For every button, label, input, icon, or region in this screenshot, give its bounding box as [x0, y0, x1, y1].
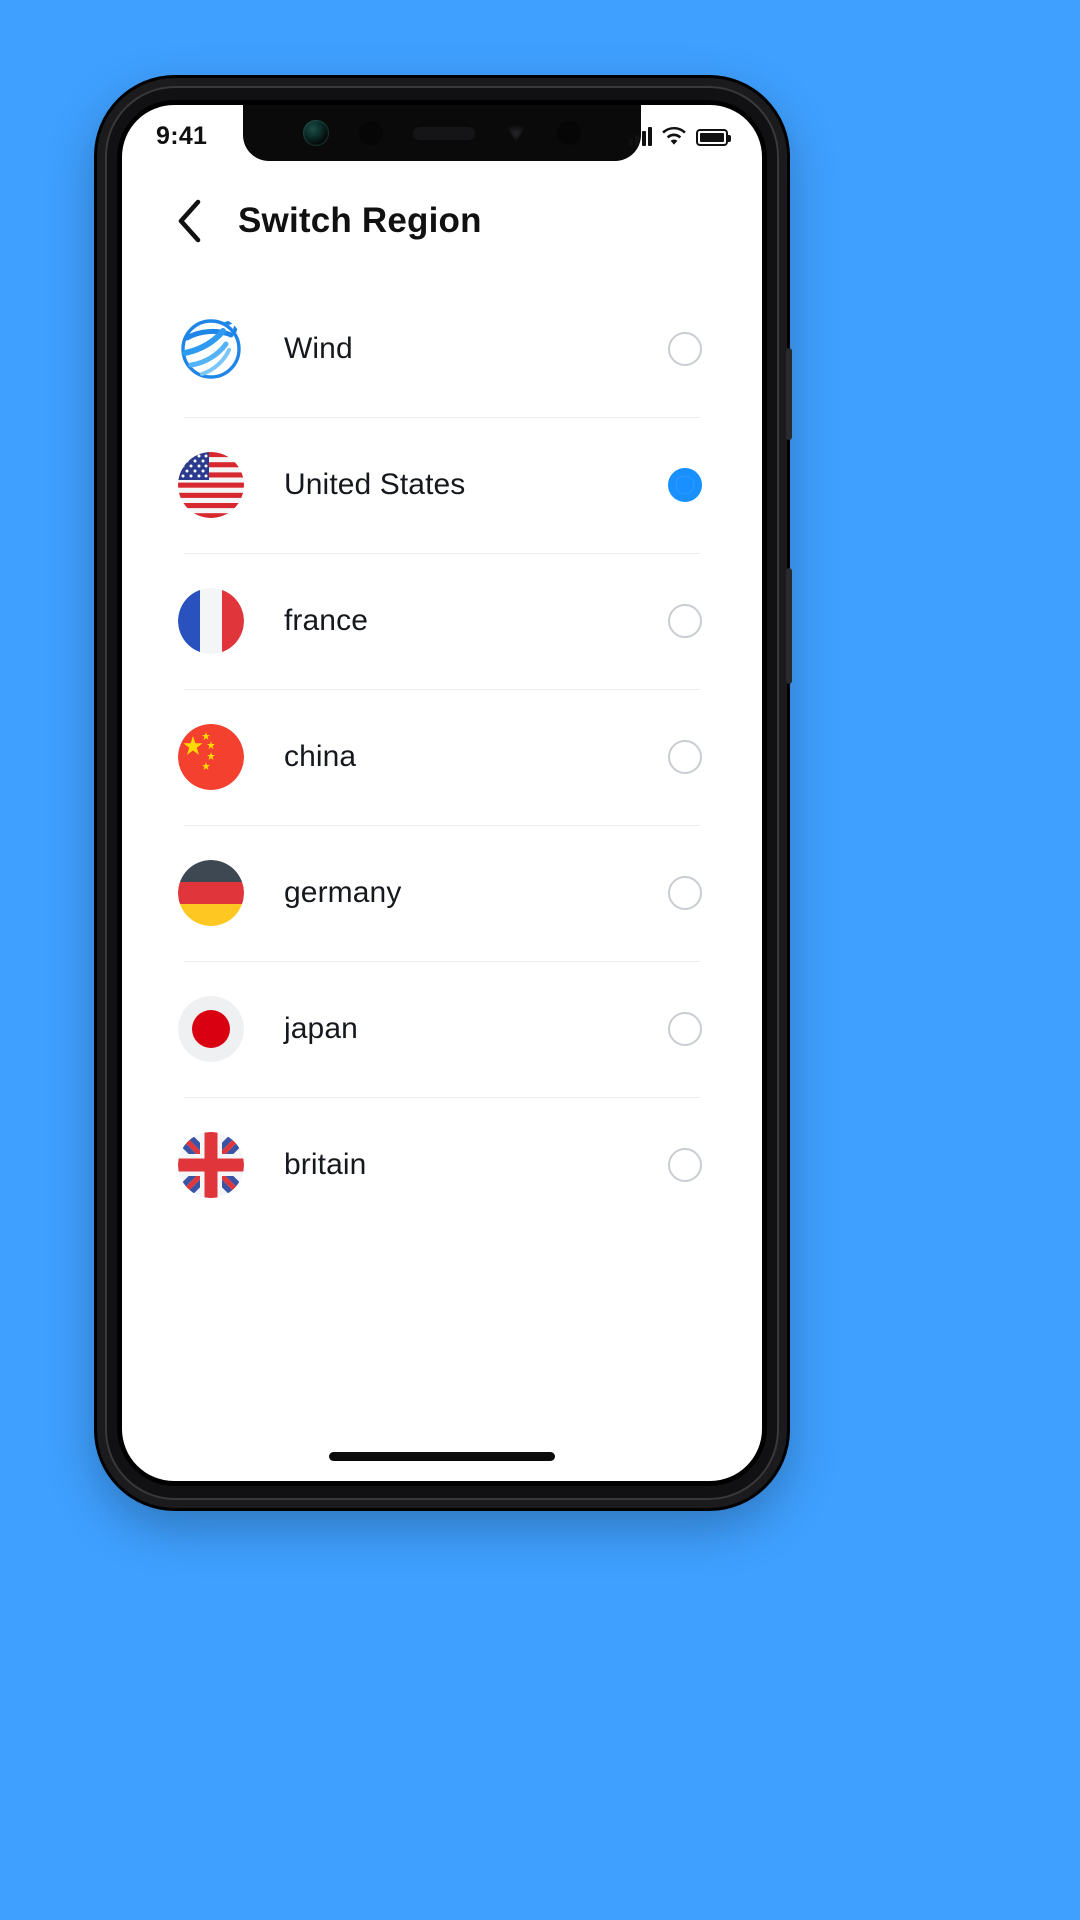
flag-china-icon — [178, 724, 244, 790]
wifi-icon — [662, 126, 686, 146]
region-row-china[interactable]: china — [178, 689, 706, 825]
chevron-left-icon — [178, 199, 201, 243]
region-list: Wind United States france china germany … — [122, 281, 762, 1481]
status-bar: 9:41 — [122, 105, 762, 161]
region-label: germany — [284, 876, 402, 909]
battery-full-icon — [696, 129, 731, 146]
app-header: Switch Region — [122, 161, 762, 281]
signal-bars-icon — [628, 126, 652, 146]
region-label: china — [284, 740, 357, 773]
home-indicator[interactable] — [329, 1452, 555, 1461]
region-row-britain[interactable]: britain — [178, 1097, 706, 1233]
region-row-germany[interactable]: germany — [178, 825, 706, 961]
region-label: britain — [284, 1148, 367, 1181]
page-title: Switch Region — [238, 201, 482, 240]
region-row-france[interactable]: france — [178, 553, 706, 689]
power-button[interactable] — [786, 348, 792, 440]
phone-screen: 9:41 Switch Region Wind United States fr… — [122, 105, 762, 1481]
region-row-united-states[interactable]: United States — [178, 417, 706, 553]
region-label: japan — [284, 1012, 358, 1045]
region-row-wind[interactable]: Wind — [178, 281, 706, 417]
region-label: france — [284, 604, 368, 637]
region-label: United States — [284, 468, 466, 501]
region-radio-wind[interactable] — [668, 332, 702, 366]
region-radio-britain[interactable] — [668, 1148, 702, 1182]
wind-globe-icon — [178, 316, 244, 382]
volume-button[interactable] — [786, 568, 792, 684]
back-button[interactable] — [166, 198, 212, 244]
flag-france-icon — [178, 588, 244, 654]
screenshot-canvas: 9:41 Switch Region Wind United States fr… — [0, 0, 1080, 1920]
status-bar-icons — [628, 126, 731, 146]
flag-germany-icon — [178, 860, 244, 926]
region-radio-china[interactable] — [668, 740, 702, 774]
region-radio-germany[interactable] — [668, 876, 702, 910]
region-radio-japan[interactable] — [668, 1012, 702, 1046]
region-row-japan[interactable]: japan — [178, 961, 706, 1097]
region-radio-france[interactable] — [668, 604, 702, 638]
flag-britain-icon — [178, 1132, 244, 1198]
region-radio-united-states[interactable] — [668, 468, 702, 502]
flag-japan-icon — [178, 996, 244, 1062]
phone-mockup: 9:41 Switch Region Wind United States fr… — [97, 78, 792, 1508]
status-bar-clock: 9:41 — [156, 121, 208, 150]
flag-us-icon — [178, 452, 244, 518]
region-label: Wind — [284, 332, 353, 365]
